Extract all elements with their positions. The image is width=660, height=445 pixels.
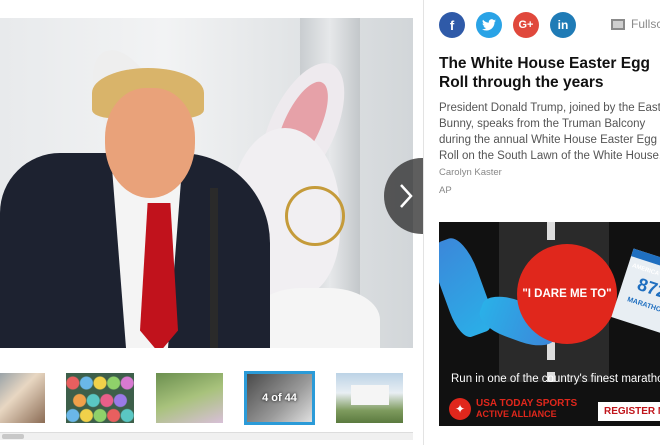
- facebook-share-button[interactable]: f: [439, 12, 465, 38]
- linkedin-icon: in: [557, 18, 569, 32]
- column-divider: [423, 0, 424, 445]
- chevron-right-icon: [400, 184, 413, 208]
- photo-source: AP: [439, 185, 452, 196]
- register-button[interactable]: REGISTER NOW: [598, 402, 660, 421]
- fullscreen-label: Fullsc: [631, 17, 660, 31]
- ad-headline: "I DARE ME TO": [517, 244, 617, 344]
- photo-caption: President Donald Trump, joined by the Ea…: [439, 100, 660, 199]
- googleplus-share-button[interactable]: G+: [513, 12, 539, 38]
- twitter-icon: [482, 19, 496, 31]
- gallery-page: 4 of 44 f G+ in Fullsc The White House E…: [0, 0, 660, 445]
- thumbnail[interactable]: [0, 373, 45, 423]
- thumbnail-counter: 4 of 44: [262, 392, 297, 404]
- ad-tagline: Run in one of the country's finest marat…: [451, 373, 660, 385]
- thumbnail[interactable]: [66, 373, 134, 423]
- thumbnail[interactable]: [336, 373, 403, 423]
- brand-line-2: ACTIVE ALLIANCE: [476, 409, 557, 419]
- photo-credit: Carolyn Kaster: [439, 167, 502, 178]
- microphone: [210, 188, 218, 348]
- brand-line-1: USA TODAY SPORTS: [476, 398, 578, 409]
- thumbnail[interactable]: [156, 373, 223, 423]
- thumbnail-strip: 4 of 44: [0, 368, 413, 430]
- thumbnail-scrollbar[interactable]: [0, 432, 413, 440]
- linkedin-share-button[interactable]: in: [550, 12, 576, 38]
- caption-text: President Donald Trump, joined by the Ea…: [439, 102, 660, 162]
- share-bar: f G+ in: [439, 12, 576, 38]
- gallery-headline: The White House Easter Egg Roll through …: [439, 55, 651, 91]
- sidebar: f G+ in Fullsc The White House Easter Eg…: [439, 0, 660, 445]
- fullscreen-icon: [611, 18, 625, 30]
- ad-brand: ✦ USA TODAY SPORTS ACTIVE ALLIANCE: [449, 398, 577, 420]
- thumbnail-selected[interactable]: 4 of 44: [244, 371, 315, 425]
- facebook-icon: f: [449, 17, 455, 33]
- scrollbar-thumb[interactable]: [2, 434, 24, 439]
- googleplus-icon: G+: [518, 19, 534, 31]
- race-bib: AMERICA'S 872 MARATHON: [611, 248, 660, 336]
- runner-logo-icon: ✦: [449, 398, 471, 420]
- fullscreen-button[interactable]: Fullsc: [611, 17, 660, 31]
- twitter-share-button[interactable]: [476, 12, 502, 38]
- advertisement[interactable]: "I DARE ME TO" AMERICA'S 872 MARATHON Ru…: [439, 222, 660, 426]
- main-photo[interactable]: [0, 18, 413, 348]
